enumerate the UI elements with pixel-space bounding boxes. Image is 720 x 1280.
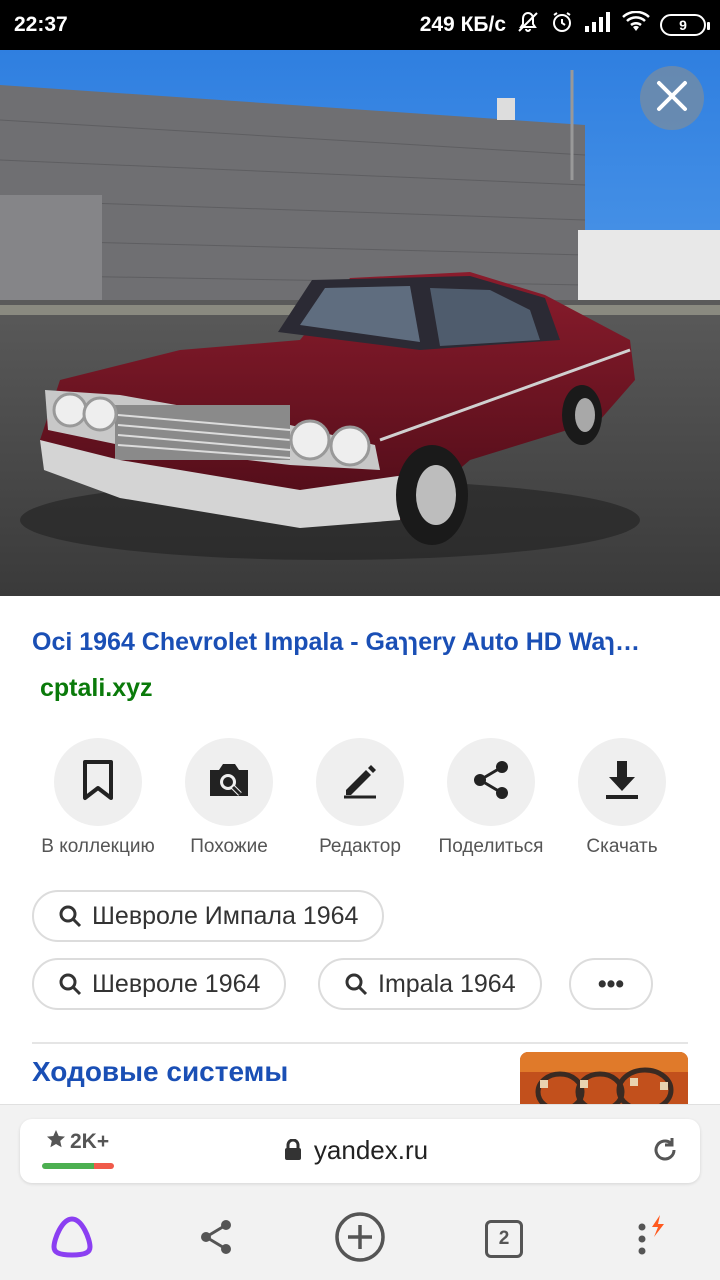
alarm-icon [550,10,574,40]
car-photo [0,50,720,596]
action-bar: В коллекцию Похожие Редактор Поделиться [0,738,720,868]
browser-bottom-panel: 2K+ yandex.ru 2 [0,1104,720,1280]
result-domain-link[interactable]: cptali.xyz [40,674,153,703]
battery-level: 9 [679,17,687,33]
status-bar: 22:37 249 КБ/с 9 [0,0,720,50]
share-page-button[interactable] [186,1209,246,1269]
suggestion-chip[interactable]: Шевроле Импала 1964 [32,890,385,942]
search-icon [58,904,82,928]
browser-navbar: 2 [0,1197,720,1280]
wifi-icon [622,10,650,39]
menu-dots-icon [630,1213,670,1266]
mute-icon [516,10,540,40]
similar-images-button[interactable]: Похожие [159,738,299,858]
address-bar[interactable]: 2K+ yandex.ru [20,1119,700,1183]
share-icon [198,1218,234,1261]
suggestion-text: Шевроле Импала 1964 [92,901,359,930]
suggestion-text: Шевроле 1964 [92,969,261,998]
plus-circle-icon [334,1211,386,1268]
add-to-collection-button[interactable]: В коллекцию [28,738,168,858]
battery-icon: 9 [660,14,710,36]
new-tab-button[interactable] [330,1209,390,1269]
signal-icon [584,11,612,39]
action-label: Редактор [319,836,401,857]
action-label: Скачать [586,836,658,857]
url-text: yandex.ru [313,1135,429,1165]
pencil-icon [340,760,380,805]
close-button[interactable] [640,66,704,130]
search-icon [344,972,368,996]
share-icon [471,759,511,806]
suggestion-text: Impala 1964 [378,969,516,998]
more-icon: ••• [597,969,625,998]
alice-button[interactable] [42,1209,102,1269]
editor-button[interactable]: Редактор [290,738,430,858]
action-label: Поделиться [438,836,544,857]
suggestion-chip[interactable]: Impala 1964 [318,958,542,1010]
search-icon [58,972,82,996]
share-button[interactable]: Поделиться [421,738,561,858]
reload-icon[interactable] [650,1135,680,1170]
network-speed: 249 КБ/с [419,13,506,36]
image-preview[interactable] [0,50,720,596]
track-system-image [520,1052,688,1106]
action-label: Похожие [190,836,268,857]
more-suggestions-button[interactable]: ••• [569,958,653,1010]
section-thumbnail[interactable] [520,1052,688,1106]
camera-search-icon [206,760,252,805]
tabs-button[interactable]: 2 [474,1209,534,1269]
menu-button[interactable] [620,1209,680,1269]
status-time: 22:37 [14,13,68,36]
result-title-link[interactable]: Oci 1964 Chevrolet Impala - Gaɿɿery Auto… [32,628,692,657]
download-icon [604,759,640,806]
alice-icon [48,1213,96,1266]
bookmark-icon [81,759,115,806]
suggestion-chip[interactable]: Шевроле 1964 [32,958,287,1010]
tabs-count: 2 [485,1220,523,1258]
section-title-link[interactable]: Ходовые системы [32,1056,288,1088]
action-label: В коллекцию [41,836,155,857]
download-button[interactable]: Скачать [552,738,692,858]
close-icon [655,79,689,118]
divider [32,1042,688,1044]
